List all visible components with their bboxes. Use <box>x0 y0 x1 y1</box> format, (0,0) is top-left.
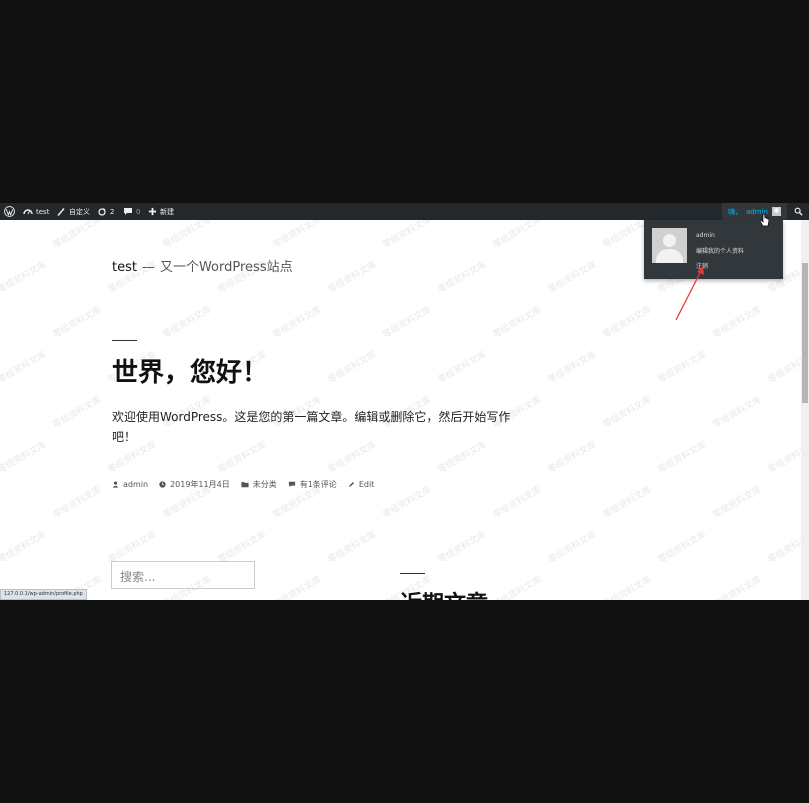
plus-icon <box>148 207 157 216</box>
author-icon <box>112 481 119 488</box>
new-label: 新建 <box>160 207 174 216</box>
watermark-text: 零组资料文库 <box>0 528 48 565</box>
site-description: 又一个WordPress站点 <box>159 260 293 275</box>
pencil-icon <box>348 481 354 487</box>
comment-icon <box>288 481 295 487</box>
watermark-text: 零组资料文库 <box>546 438 599 475</box>
comments-count: 0 <box>136 207 141 216</box>
watermark-text: 零组资料文库 <box>326 348 379 385</box>
post-category[interactable]: 未分类 <box>241 479 277 490</box>
watermark-text: 零组资料文库 <box>436 348 489 385</box>
post-comments[interactable]: 有1条评论 <box>288 479 337 490</box>
site-name-label: test <box>36 207 50 216</box>
post-date[interactable]: 2019年11月4日 <box>159 479 230 490</box>
recent-posts-title: 近期文章 <box>400 586 488 600</box>
customize-menu[interactable]: 自定义 <box>56 203 90 220</box>
watermark-text: 零组资料文库 <box>656 528 709 565</box>
watermark-text: 零组资料文库 <box>436 258 489 295</box>
watermark-text: 零组资料文库 <box>436 528 489 565</box>
post-content: 欢迎使用WordPress。这是您的第一篇文章。编辑或删除它，然后开始写作吧！ <box>112 410 511 444</box>
watermark-text: 零组资料文库 <box>491 303 544 340</box>
watermark-text: 零组资料文库 <box>271 573 324 600</box>
watermark-text: 零组资料文库 <box>546 528 599 565</box>
annotation-arrow <box>675 266 704 321</box>
watermark-text: 零组资料文库 <box>601 303 654 340</box>
post-meta: admin 2019年11月4日 未分类 有1条评论 Edit <box>112 478 385 490</box>
watermark-text: 零组资料文库 <box>51 393 104 430</box>
clock-icon <box>159 480 166 488</box>
mouse-cursor-icon <box>760 213 770 227</box>
account-dropdown: admin 编辑我的个人资料 注销 <box>644 220 783 279</box>
watermark-text: 零组资料文库 <box>711 393 764 430</box>
watermark-text: 零组资料文库 <box>0 348 48 385</box>
watermark-text: 零组资料文库 <box>656 438 709 475</box>
my-account-menu[interactable]: 嗨， admin <box>722 203 787 220</box>
post-divider <box>112 340 137 341</box>
browser-status-url: 127.0.0.1/wp-admin/profile.php <box>0 589 87 600</box>
new-content-menu[interactable]: 新建 <box>148 203 174 220</box>
updates-count: 2 <box>110 207 115 216</box>
watermark-text: 零组资料文库 <box>491 573 544 600</box>
watermark-text: 零组资料文库 <box>0 438 48 475</box>
account-avatar <box>772 207 781 216</box>
watermark-text: 零组资料文库 <box>601 483 654 520</box>
watermark-text: 零组资料文库 <box>271 303 324 340</box>
site-header: test — 又一个WordPress站点 <box>112 256 293 275</box>
widget-divider <box>400 573 425 574</box>
search-icon <box>794 207 803 216</box>
comment-bubble-icon <box>124 208 132 215</box>
watermark-text: 零组资料文库 <box>216 528 269 565</box>
watermark-text: 零组资料文库 <box>711 303 764 340</box>
folder-icon <box>241 481 249 487</box>
watermark-text: 零组资料文库 <box>0 258 48 295</box>
watermark-text: 零组资料文库 <box>106 528 159 565</box>
watermark-text: 零组资料文库 <box>711 483 764 520</box>
site-name-menu[interactable]: test <box>23 203 49 220</box>
watermark-text: 零组资料文库 <box>656 348 709 385</box>
updates-menu[interactable]: 2 <box>97 203 114 220</box>
post-author[interactable]: admin <box>112 480 148 489</box>
post-edit-text: Edit <box>358 479 375 489</box>
browser-viewport: 零组资料文库 零组资料文库 零组资料文库 零组资料文库 零组资料文库 零组资料文库 零组资料… <box>0 203 809 600</box>
customize-label: 自定义 <box>69 207 90 216</box>
watermark-text: 零组资料文库 <box>601 573 654 600</box>
watermark-text: 零组资料文库 <box>546 348 599 385</box>
watermark-text: 零组资料文库 <box>601 393 654 430</box>
watermark-text: 零组资料文库 <box>491 483 544 520</box>
wordpress-logo-menu[interactable] <box>4 203 15 220</box>
account-display-name[interactable]: admin <box>696 232 715 239</box>
watermark-text: 零组资料文库 <box>546 258 599 295</box>
search-input[interactable]: 搜索... <box>111 561 255 589</box>
post-author-name: admin <box>123 479 149 489</box>
watermark-text: 零组资料文库 <box>161 303 214 340</box>
wordpress-logo-icon <box>4 206 15 217</box>
account-greeting: 嗨， <box>728 207 743 216</box>
comments-menu[interactable]: 0 <box>123 203 140 220</box>
admin-bar: test 自定义 2 0 新建 嗨， admin <box>0 203 809 220</box>
edit-profile-link[interactable]: 编辑我的个人资料 <box>696 246 744 255</box>
page-scrollbar[interactable] <box>801 220 809 600</box>
watermark-text: 零组资料文库 <box>51 483 104 520</box>
post-title[interactable]: 世界，您好！ <box>112 352 268 389</box>
post-category-text: 未分类 <box>252 479 277 489</box>
paintbrush-icon <box>57 207 65 216</box>
watermark-text: 零组资料文库 <box>326 528 379 565</box>
watermark-text: 零组资料文库 <box>326 258 379 295</box>
watermark-text: 零组资料文库 <box>51 303 104 340</box>
updates-refresh-icon <box>98 207 106 216</box>
admin-search-button[interactable] <box>791 203 805 220</box>
post-edit[interactable]: Edit <box>348 479 375 489</box>
site-title[interactable]: test <box>112 260 137 275</box>
profile-avatar[interactable] <box>652 228 687 263</box>
watermark-text: 零组资料文库 <box>381 303 434 340</box>
dashboard-gauge-icon <box>23 209 33 215</box>
site-title-separator: — <box>141 260 155 275</box>
watermark-text: 零组资料文库 <box>381 483 434 520</box>
watermark-text: 零组资料文库 <box>711 573 764 600</box>
post-comments-text: 有1条评论 <box>299 479 337 489</box>
post-date-text: 2019年11月4日 <box>170 479 230 489</box>
scrollbar-thumb[interactable] <box>802 263 808 403</box>
